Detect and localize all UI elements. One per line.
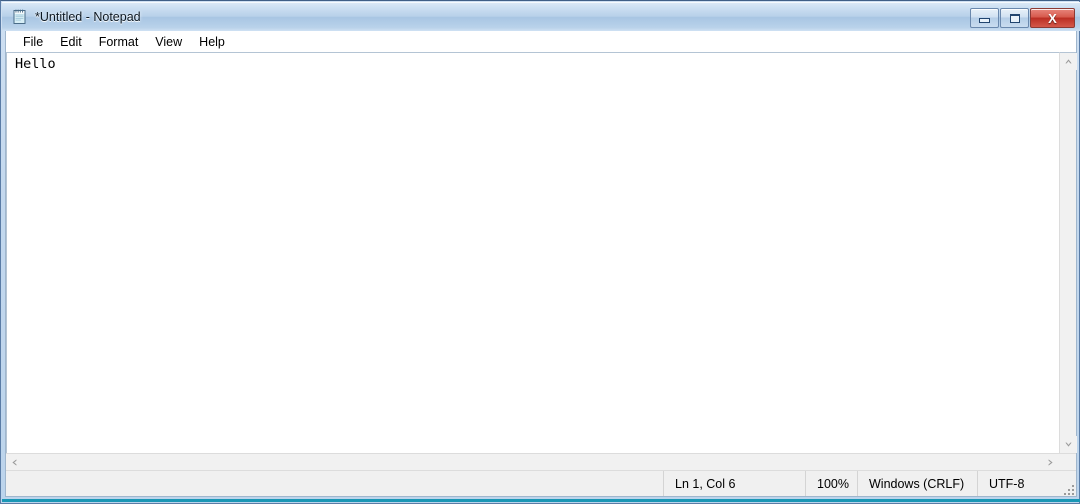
- menu-item-view[interactable]: View: [147, 33, 191, 51]
- editor-row: Hello: [6, 52, 1077, 453]
- status-line-ending[interactable]: Windows (CRLF): [857, 471, 977, 496]
- editor-region: Hello: [6, 52, 1077, 471]
- close-icon: X: [1048, 10, 1057, 26]
- minimize-icon: [979, 18, 990, 23]
- menu-item-file[interactable]: File: [15, 33, 52, 51]
- horizontal-scrollbar[interactable]: [6, 453, 1076, 471]
- vertical-scrollbar[interactable]: [1059, 52, 1077, 453]
- status-bar-spacer: [6, 471, 663, 496]
- menu-bar: File Edit Format View Help: [6, 31, 1076, 52]
- text-editor[interactable]: Hello: [6, 52, 1059, 453]
- window-title: *Untitled - Notepad: [35, 9, 141, 24]
- scroll-up-icon[interactable]: [1060, 53, 1077, 70]
- vertical-scrollbar-track[interactable]: [1060, 70, 1076, 436]
- scrollbar-corner: [1059, 454, 1076, 471]
- minimize-button[interactable]: [970, 8, 999, 28]
- scroll-left-icon[interactable]: [6, 454, 23, 471]
- menu-item-help[interactable]: Help: [191, 33, 234, 51]
- title-bar[interactable]: *Untitled - Notepad X: [2, 2, 1080, 31]
- close-button[interactable]: X: [1030, 8, 1075, 28]
- horizontal-scrollbar-track[interactable]: [23, 454, 1042, 470]
- notepad-icon: [12, 9, 28, 25]
- scroll-down-icon[interactable]: [1060, 436, 1077, 453]
- window-controls: X: [970, 8, 1075, 28]
- status-zoom-level[interactable]: 100%: [805, 471, 857, 496]
- scroll-right-icon[interactable]: [1042, 454, 1059, 471]
- titlebar-highlight: [2, 2, 1080, 3]
- maximize-icon: [1009, 13, 1020, 23]
- resize-grip[interactable]: [1062, 483, 1074, 495]
- status-bar: Ln 1, Col 6 100% Windows (CRLF) UTF-8: [6, 470, 1076, 496]
- notepad-window: *Untitled - Notepad X File Edit Format V…: [0, 0, 1080, 504]
- menu-item-format[interactable]: Format: [91, 33, 148, 51]
- editor-text: Hello: [15, 56, 56, 72]
- maximize-button[interactable]: [1000, 8, 1029, 28]
- client-area: File Edit Format View Help Hello Ln 1, C…: [5, 31, 1077, 497]
- menu-item-edit[interactable]: Edit: [52, 33, 91, 51]
- frame-bottom-accent: [2, 499, 1080, 502]
- status-cursor-position[interactable]: Ln 1, Col 6: [663, 471, 805, 496]
